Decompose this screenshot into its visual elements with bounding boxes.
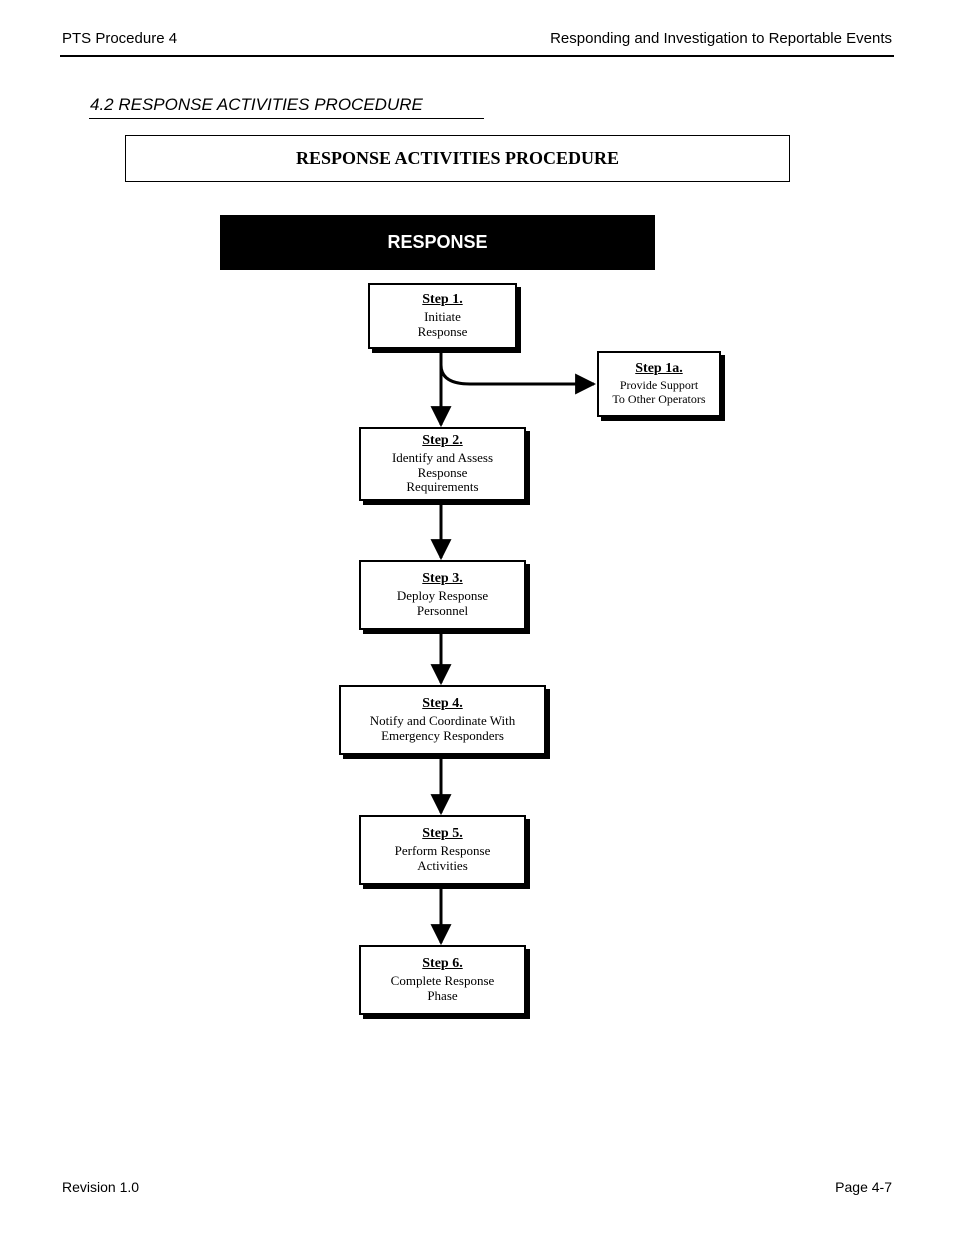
flow-step-2: Step 2. Identify and AssessResponseRequi… — [359, 427, 526, 501]
flow-step-1a: Step 1a. Provide SupportTo Other Operato… — [597, 351, 721, 417]
flowchart-title-box: RESPONSE ACTIVITIES PROCEDURE — [125, 135, 790, 182]
flow-step-5: Step 5. Perform ResponseActivities — [359, 815, 526, 885]
flow-step-4-label: Step 4. — [422, 696, 462, 712]
flow-step-6: Step 6. Complete ResponsePhase — [359, 945, 526, 1015]
phase-label-bar: RESPONSE — [220, 215, 655, 270]
section-title-underline — [89, 118, 484, 119]
header-right-text: Responding and Investigation to Reportab… — [550, 30, 892, 47]
flow-step-1-label: Step 1. — [422, 292, 462, 308]
flow-step-4: Step 4. Notify and Coordinate WithEmerge… — [339, 685, 546, 755]
flow-step-3-text: Deploy ResponsePersonnel — [391, 589, 494, 619]
phase-label-text: RESPONSE — [387, 232, 487, 253]
flow-step-5-label: Step 5. — [422, 826, 462, 842]
header-left-text: PTS Procedure 4 — [62, 30, 177, 47]
section-title: 4.2 RESPONSE ACTIVITIES PROCEDURE — [90, 95, 423, 115]
flow-step-1a-text: Provide SupportTo Other Operators — [606, 379, 711, 407]
flow-step-1-text: InitiateResponse — [412, 310, 474, 340]
flow-step-6-label: Step 6. — [422, 956, 462, 972]
flow-step-2-label: Step 2. — [422, 433, 462, 449]
header-rule — [60, 55, 894, 57]
flow-step-3: Step 3. Deploy ResponsePersonnel — [359, 560, 526, 630]
footer-left: Revision 1.0 — [62, 1179, 139, 1195]
flow-step-1a-label: Step 1a. — [635, 361, 682, 377]
flow-step-3-label: Step 3. — [422, 571, 462, 587]
flow-step-1: Step 1. InitiateResponse — [368, 283, 517, 349]
flowchart-title-text: RESPONSE ACTIVITIES PROCEDURE — [296, 148, 619, 169]
flow-step-4-text: Notify and Coordinate WithEmergency Resp… — [364, 714, 521, 744]
flow-step-2-text: Identify and AssessResponseRequirements — [386, 451, 499, 496]
flow-step-5-text: Perform ResponseActivities — [389, 844, 497, 874]
flow-step-6-text: Complete ResponsePhase — [385, 974, 501, 1004]
footer-right: Page 4-7 — [835, 1179, 892, 1195]
